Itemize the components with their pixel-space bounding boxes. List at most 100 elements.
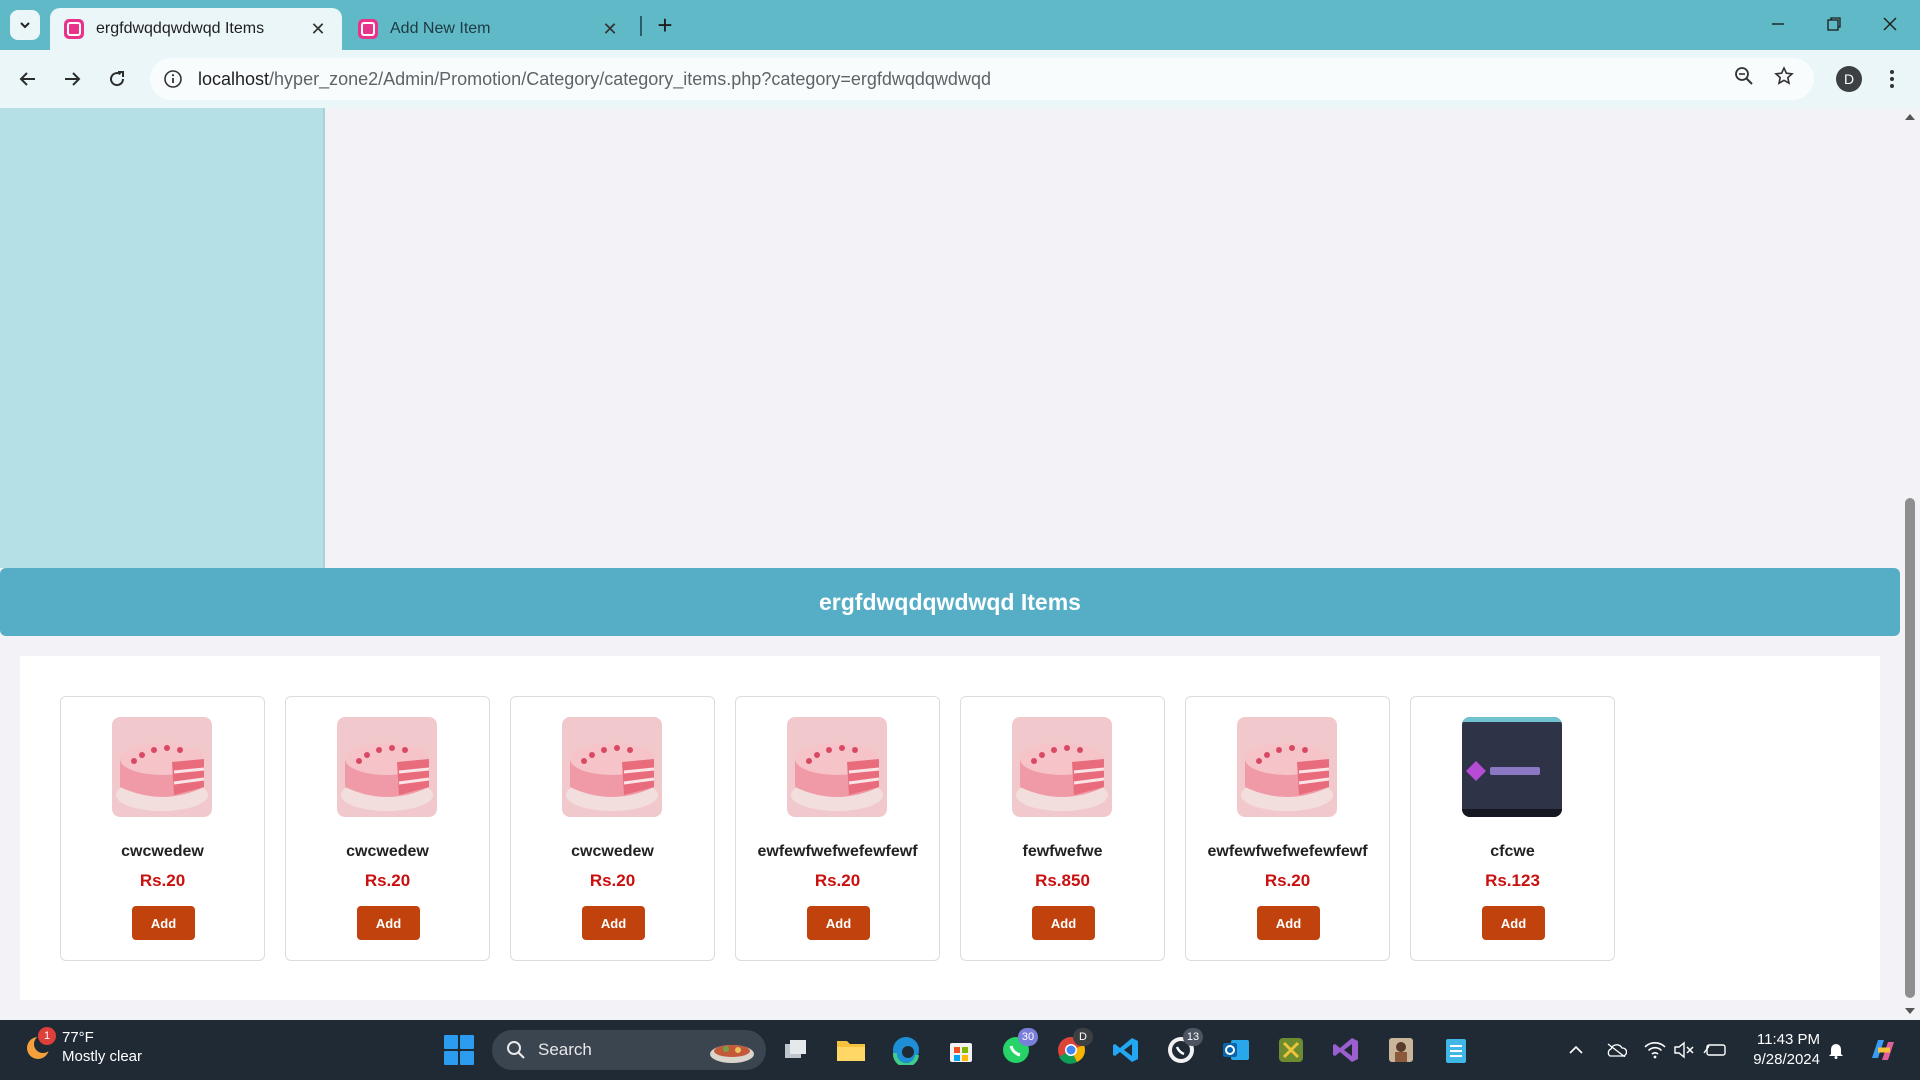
onedrive-icon[interactable] xyxy=(1604,1036,1628,1064)
chrome-icon[interactable]: D xyxy=(1053,1028,1093,1068)
volume-muted-icon[interactable] xyxy=(1672,1036,1696,1064)
search-highlight-icon xyxy=(710,1045,754,1063)
site-info-icon[interactable] xyxy=(162,68,184,90)
arrow-right-icon xyxy=(65,72,81,86)
kebab-menu-icon xyxy=(1890,70,1894,88)
item-card: fewfwefwe Rs.850 Add xyxy=(960,696,1165,961)
chevron-down-icon xyxy=(20,22,30,29)
item-card: ewfewfwefwefewfewf Rs.20 Add xyxy=(735,696,940,961)
visual-studio-icon[interactable] xyxy=(1328,1032,1364,1068)
page-scrollbar[interactable] xyxy=(1900,108,1920,1020)
taskbar: 1 77°F Mostly clear Search 30 D 13 11:43… xyxy=(0,1020,1920,1080)
url-host: localhost xyxy=(198,68,270,89)
weather-desc: Mostly clear xyxy=(62,1048,143,1065)
address-bar[interactable]: localhost/hyper_zone2/Admin/Promotion/Ca… xyxy=(150,58,1814,100)
add-button[interactable]: Add xyxy=(132,906,195,940)
start-button[interactable] xyxy=(444,1035,474,1065)
item-image xyxy=(337,717,437,817)
tab-search-button[interactable] xyxy=(10,10,40,40)
tab-divider xyxy=(640,16,642,36)
cake-image xyxy=(1012,717,1112,817)
taskbar-search[interactable]: Search xyxy=(492,1030,766,1070)
add-button[interactable]: Add xyxy=(1482,906,1545,940)
close-tab-icon[interactable]: ✕ xyxy=(308,19,328,39)
site-favicon-icon xyxy=(64,19,84,39)
close-icon xyxy=(1883,17,1897,31)
system-clock[interactable]: 11:43 PM 9/28/2024 xyxy=(1740,1030,1820,1070)
profile-badge: D xyxy=(1073,1028,1093,1046)
scroll-up-arrow-icon[interactable] xyxy=(1905,114,1915,120)
star-icon xyxy=(1774,66,1794,85)
whatsapp-business-icon[interactable]: 13 xyxy=(1163,1028,1203,1068)
bookmark-button[interactable] xyxy=(1768,60,1800,92)
photo-app-icon[interactable] xyxy=(1383,1032,1419,1068)
restore-icon xyxy=(1827,17,1841,31)
show-hidden-icons-icon[interactable] xyxy=(1564,1036,1588,1064)
item-name: ewfewfwefwefewfewf xyxy=(1207,843,1368,860)
item-card: cfcwe Rs.123 Add xyxy=(1410,696,1615,961)
add-button[interactable]: Add xyxy=(357,906,420,940)
item-price: Rs.20 xyxy=(139,871,186,890)
windows-logo-icon xyxy=(444,1035,458,1049)
item-image xyxy=(562,717,662,817)
add-button[interactable]: Add xyxy=(1032,906,1095,940)
zoom-out-icon xyxy=(1735,67,1753,85)
browser-toolbar: localhost/hyper_zone2/Admin/Promotion/Ca… xyxy=(0,50,1920,108)
item-price: Rs.20 xyxy=(589,871,636,890)
item-card: cwcwedew Rs.20 Add xyxy=(285,696,490,961)
moon-cloud-icon: 1 xyxy=(22,1027,56,1063)
notification-bell-icon[interactable] xyxy=(1824,1036,1848,1064)
item-image xyxy=(1237,717,1337,817)
weather-widget[interactable]: 1 77°F Mostly clear xyxy=(22,1027,143,1066)
file-explorer-icon[interactable] xyxy=(833,1032,869,1068)
whatsapp-icon[interactable]: 30 xyxy=(998,1028,1038,1068)
search-icon xyxy=(507,1041,525,1059)
scrollbar-thumb[interactable] xyxy=(1905,498,1915,998)
item-name: cwcwedew xyxy=(571,843,654,860)
item-price: Rs.850 xyxy=(1035,871,1090,890)
new-tab-button[interactable]: + xyxy=(650,10,680,40)
forward-button[interactable] xyxy=(56,63,88,95)
item-name: cfcwe xyxy=(1490,843,1535,860)
add-button[interactable]: Add xyxy=(582,906,645,940)
item-name: fewfwefwe xyxy=(1022,843,1103,860)
microsoft-store-icon[interactable] xyxy=(943,1032,979,1068)
scroll-down-arrow-icon[interactable] xyxy=(1905,1008,1915,1014)
tab-title: Add New Item xyxy=(390,20,491,37)
back-button[interactable] xyxy=(12,63,44,95)
battery-icon[interactable] xyxy=(1703,1036,1727,1064)
close-tab-icon[interactable]: ✕ xyxy=(600,19,620,39)
tab-add-new-item[interactable]: Add New Item ✕ xyxy=(344,8,634,50)
page-viewport: ergfdwqdqwdwqd Items cwcwedew Rs.20 Add … xyxy=(0,108,1900,1020)
minimize-icon xyxy=(1772,23,1784,25)
screenshot-image xyxy=(1462,717,1562,817)
minimize-button[interactable] xyxy=(1758,8,1798,40)
profile-avatar[interactable]: D xyxy=(1836,66,1862,92)
wifi-icon[interactable] xyxy=(1643,1036,1667,1064)
edge-icon[interactable] xyxy=(888,1032,924,1068)
copilot-icon[interactable] xyxy=(1866,1036,1900,1064)
item-name: cwcwedew xyxy=(346,843,429,860)
item-card: ewfewfwefwefewfewf Rs.20 Add xyxy=(1185,696,1390,961)
item-price: Rs.123 xyxy=(1485,871,1540,890)
restore-button[interactable] xyxy=(1814,8,1854,40)
zoom-button[interactable] xyxy=(1728,60,1760,92)
item-image xyxy=(112,717,212,817)
outlook-icon[interactable] xyxy=(1218,1032,1254,1068)
tab-category-items[interactable]: ergfdwqdqwdwqd Items ✕ xyxy=(50,8,342,50)
item-price: Rs.20 xyxy=(364,871,411,890)
add-button[interactable]: Add xyxy=(807,906,870,940)
browser-menu-button[interactable] xyxy=(1880,64,1904,94)
notepad-icon[interactable] xyxy=(1438,1032,1474,1068)
reload-button[interactable] xyxy=(101,63,133,95)
task-view-icon[interactable] xyxy=(778,1032,814,1068)
snipping-tool-icon[interactable] xyxy=(1273,1032,1309,1068)
weather-temp: 77°F xyxy=(62,1029,94,1046)
vscode-icon[interactable] xyxy=(1108,1032,1144,1068)
tab-title: ergfdwqdqwdwqd Items xyxy=(96,20,265,37)
close-window-button[interactable] xyxy=(1870,8,1910,40)
url-path: /hyper_zone2/Admin/Promotion/Category/ca… xyxy=(269,68,991,89)
clock-time: 11:43 PM xyxy=(1756,1031,1820,1048)
add-button[interactable]: Add xyxy=(1257,906,1320,940)
items-panel: cwcwedew Rs.20 Add cwcwedew Rs.20 Add cw… xyxy=(20,656,1880,1000)
